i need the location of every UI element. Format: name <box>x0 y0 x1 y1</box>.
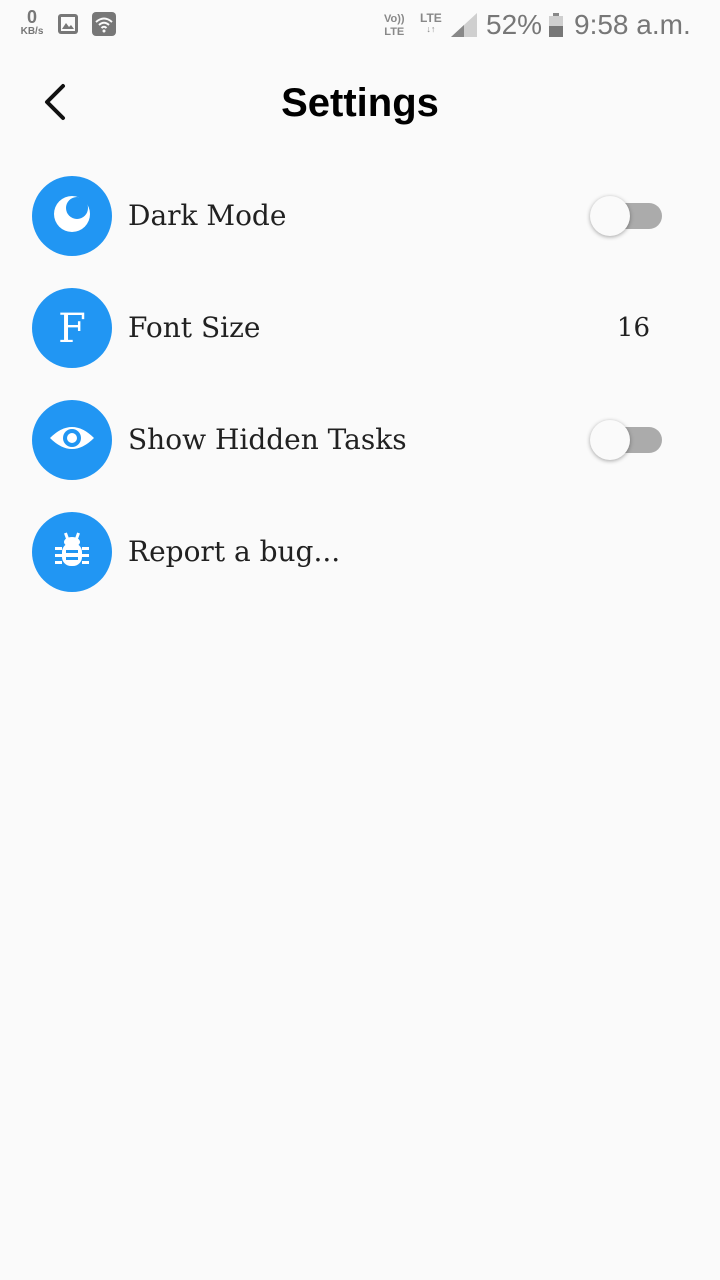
show-hidden-tasks-toggle[interactable] <box>590 420 662 460</box>
back-button[interactable] <box>30 78 82 130</box>
clock-time: 9:58 a.m. <box>574 9 691 40</box>
lte-arrows: ↓↑ <box>426 24 436 34</box>
lte-indicator: LTE ↓↑ <box>420 12 442 34</box>
network-speed-value: 0 <box>26 7 37 27</box>
toggle-thumb <box>590 196 630 236</box>
dark-mode-toggle[interactable] <box>590 196 662 236</box>
setting-dark-mode[interactable]: Dark Mode <box>0 160 720 272</box>
font-icon: F <box>58 306 86 352</box>
moon-icon <box>52 194 92 238</box>
font-size-icon-circle: F <box>32 288 112 368</box>
report-bug-icon-circle <box>32 512 112 592</box>
dark-mode-icon-circle <box>32 176 112 256</box>
page-title: Settings <box>281 81 439 125</box>
network-speed: 0 KB/s <box>16 8 48 37</box>
setting-report-bug[interactable]: Report a bug... <box>0 496 720 608</box>
setting-label-font-size: Font Size <box>128 311 261 344</box>
volte-line2: LTE <box>384 26 405 38</box>
lte-label: LTE <box>420 11 442 25</box>
setting-label-show-hidden-tasks: Show Hidden Tasks <box>128 423 407 456</box>
volte-line1: Vo)) <box>384 13 405 25</box>
network-speed-unit: KB/s <box>20 26 44 37</box>
volte-indicator: Vo)) LTE <box>384 13 405 39</box>
settings-list: Dark Mode F Font Size 16 Show Hidden Tas… <box>0 160 720 608</box>
font-size-value[interactable]: 16 <box>617 308 650 348</box>
battery-icon <box>548 13 564 41</box>
setting-label-report-bug: Report a bug... <box>128 535 341 568</box>
status-bar: 0 KB/s Vo)) LTE LTE ↓↑ 52% 9:58 a.m. <box>0 0 720 50</box>
signal-icon <box>451 13 477 41</box>
bug-icon <box>52 530 92 574</box>
eye-icon <box>48 422 96 458</box>
show-hidden-icon-circle <box>32 400 112 480</box>
setting-label-dark-mode: Dark Mode <box>128 199 287 232</box>
setting-font-size[interactable]: F Font Size 16 <box>0 272 720 384</box>
gallery-icon <box>57 13 79 39</box>
chevron-left-icon <box>41 82 71 126</box>
wifi-icon <box>92 12 116 40</box>
battery-percent: 52% <box>486 9 543 40</box>
toggle-thumb <box>590 420 630 460</box>
setting-show-hidden-tasks[interactable]: Show Hidden Tasks <box>0 384 720 496</box>
